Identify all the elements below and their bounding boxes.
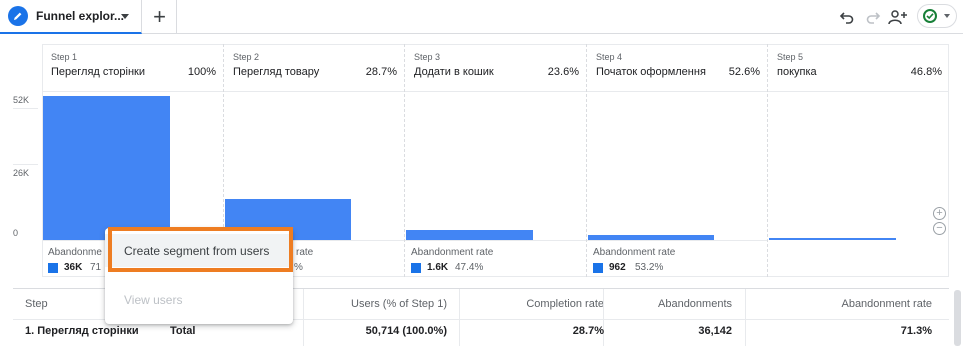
step-percent: 23.6% <box>547 66 579 78</box>
funnel-bar[interactable] <box>769 238 896 240</box>
step-header: Step 3 Додати в кошик 23.6% <box>405 44 586 92</box>
pencil-icon[interactable] <box>8 6 28 26</box>
view-users-menu-item[interactable]: View users <box>105 283 293 317</box>
plus-icon: + <box>153 4 166 29</box>
step-name: Перегляд товару <box>233 66 320 78</box>
step-percent: 52.6% <box>728 66 760 78</box>
step-percent: 46.8% <box>910 66 942 78</box>
column-header-users[interactable]: Users (% of Step 1) <box>351 289 447 319</box>
person-add-icon[interactable] <box>887 6 909 28</box>
abandonment-label: Abandonme <box>48 247 102 258</box>
redo-icon[interactable] <box>862 6 884 28</box>
step-number: Step 4 <box>596 52 623 62</box>
step-number: Step 3 <box>414 52 441 62</box>
column-header-abandonments[interactable]: Abandonments <box>658 289 732 319</box>
column-header-step[interactable]: Step <box>25 289 48 319</box>
cell-step: 1. Перегляд сторінки <box>25 325 139 337</box>
abandonment-value: 1.6K <box>427 262 449 273</box>
step-header: Step 1 Перегляд сторінки 100% <box>42 44 223 92</box>
add-tab-button[interactable]: + <box>143 0 177 34</box>
cell-users: 50,714 (100.0%) <box>365 325 447 337</box>
step-name: Перегляд сторінки <box>51 66 146 78</box>
funnel-bar[interactable] <box>43 96 170 240</box>
y-axis-tick: 26K <box>13 168 30 178</box>
funnel-step-4[interactable]: Step 4 Початок оформлення 52.6% Abandonm… <box>587 44 768 277</box>
funnel-bar[interactable] <box>406 230 533 240</box>
funnel-step-5[interactable]: Step 5 покупка 46.8% <box>768 44 949 277</box>
column-header-abandonment-rate[interactable]: Abandonment rate <box>841 289 932 319</box>
column-divider <box>303 289 304 346</box>
funnel-exploration-page: Funnel explor... + 52K 26K 0 Step 1 Пере… <box>0 0 963 346</box>
tab-funnel-exploration[interactable]: Funnel explor... <box>0 0 142 34</box>
grid-line <box>13 164 38 165</box>
undo-icon[interactable] <box>836 6 858 28</box>
abandonment-label: Abandonment rate <box>411 247 494 258</box>
cell-abandonments: 36,142 <box>698 325 732 337</box>
funnel-step-3[interactable]: Step 3 Додати в кошик 23.6% Abandonment … <box>405 44 587 277</box>
abandonment-rate: 47.4% <box>455 262 484 273</box>
tab-bar: Funnel explor... + <box>0 0 963 34</box>
abandonment-rate: 53.2% <box>635 262 664 273</box>
y-axis-tick: 0 <box>13 228 19 238</box>
column-header-completion-rate[interactable]: Completion rate <box>526 289 604 319</box>
step-percent: 28.7% <box>365 66 397 78</box>
column-divider <box>603 289 604 346</box>
cell-completion-rate: 28.7% <box>572 325 604 337</box>
tab-title: Funnel explor... <box>36 9 125 23</box>
column-divider <box>459 289 460 346</box>
cell-abandonment-rate: 71.3% <box>900 325 932 337</box>
chevron-down-icon <box>944 14 950 18</box>
chevron-down-icon[interactable] <box>121 14 129 19</box>
column-divider <box>745 289 746 346</box>
cell-segment: Total <box>170 325 196 337</box>
step-number: Step 1 <box>51 52 78 62</box>
step-name: Початок оформлення <box>596 66 706 78</box>
step-header: Step 5 покупка 46.8% <box>768 44 949 92</box>
highlight-box <box>108 227 293 272</box>
status-dropdown[interactable] <box>917 4 957 28</box>
grid-line <box>13 108 38 109</box>
abandonment-box[interactable]: Abandonment rate 1.6K 47.4% <box>405 240 586 277</box>
abandonment-swatch <box>593 263 603 273</box>
step-number: Step 5 <box>777 52 804 62</box>
zoom-in-icon[interactable]: + <box>933 207 946 220</box>
abandonment-value: 36K <box>64 262 83 273</box>
check-circle-icon <box>923 9 937 23</box>
abandonment-swatch <box>48 263 58 273</box>
step-header: Step 4 Початок оформлення 52.6% <box>587 44 767 92</box>
y-axis-tick: 52K <box>13 95 30 105</box>
step-name: покупка <box>777 66 817 78</box>
abandonment-box[interactable]: Abandonment rate 962 53.2% <box>587 240 767 277</box>
abandonment-label: Abandonment rate <box>593 247 676 258</box>
abandonment-rate: 71 <box>90 262 102 273</box>
step-name: Додати в кошик <box>414 66 494 78</box>
abandonment-value: 962 <box>609 262 626 273</box>
vertical-scrollbar[interactable] <box>954 290 961 346</box>
step-percent: 100% <box>187 66 216 78</box>
abandonment-swatch <box>411 263 421 273</box>
abandonment-label: rate <box>296 247 314 258</box>
zoom-out-icon[interactable]: − <box>933 222 946 235</box>
step-number: Step 2 <box>233 52 260 62</box>
abandonment-rate: % <box>294 262 303 273</box>
step-header: Step 2 Перегляд товару 28.7% <box>224 44 404 92</box>
